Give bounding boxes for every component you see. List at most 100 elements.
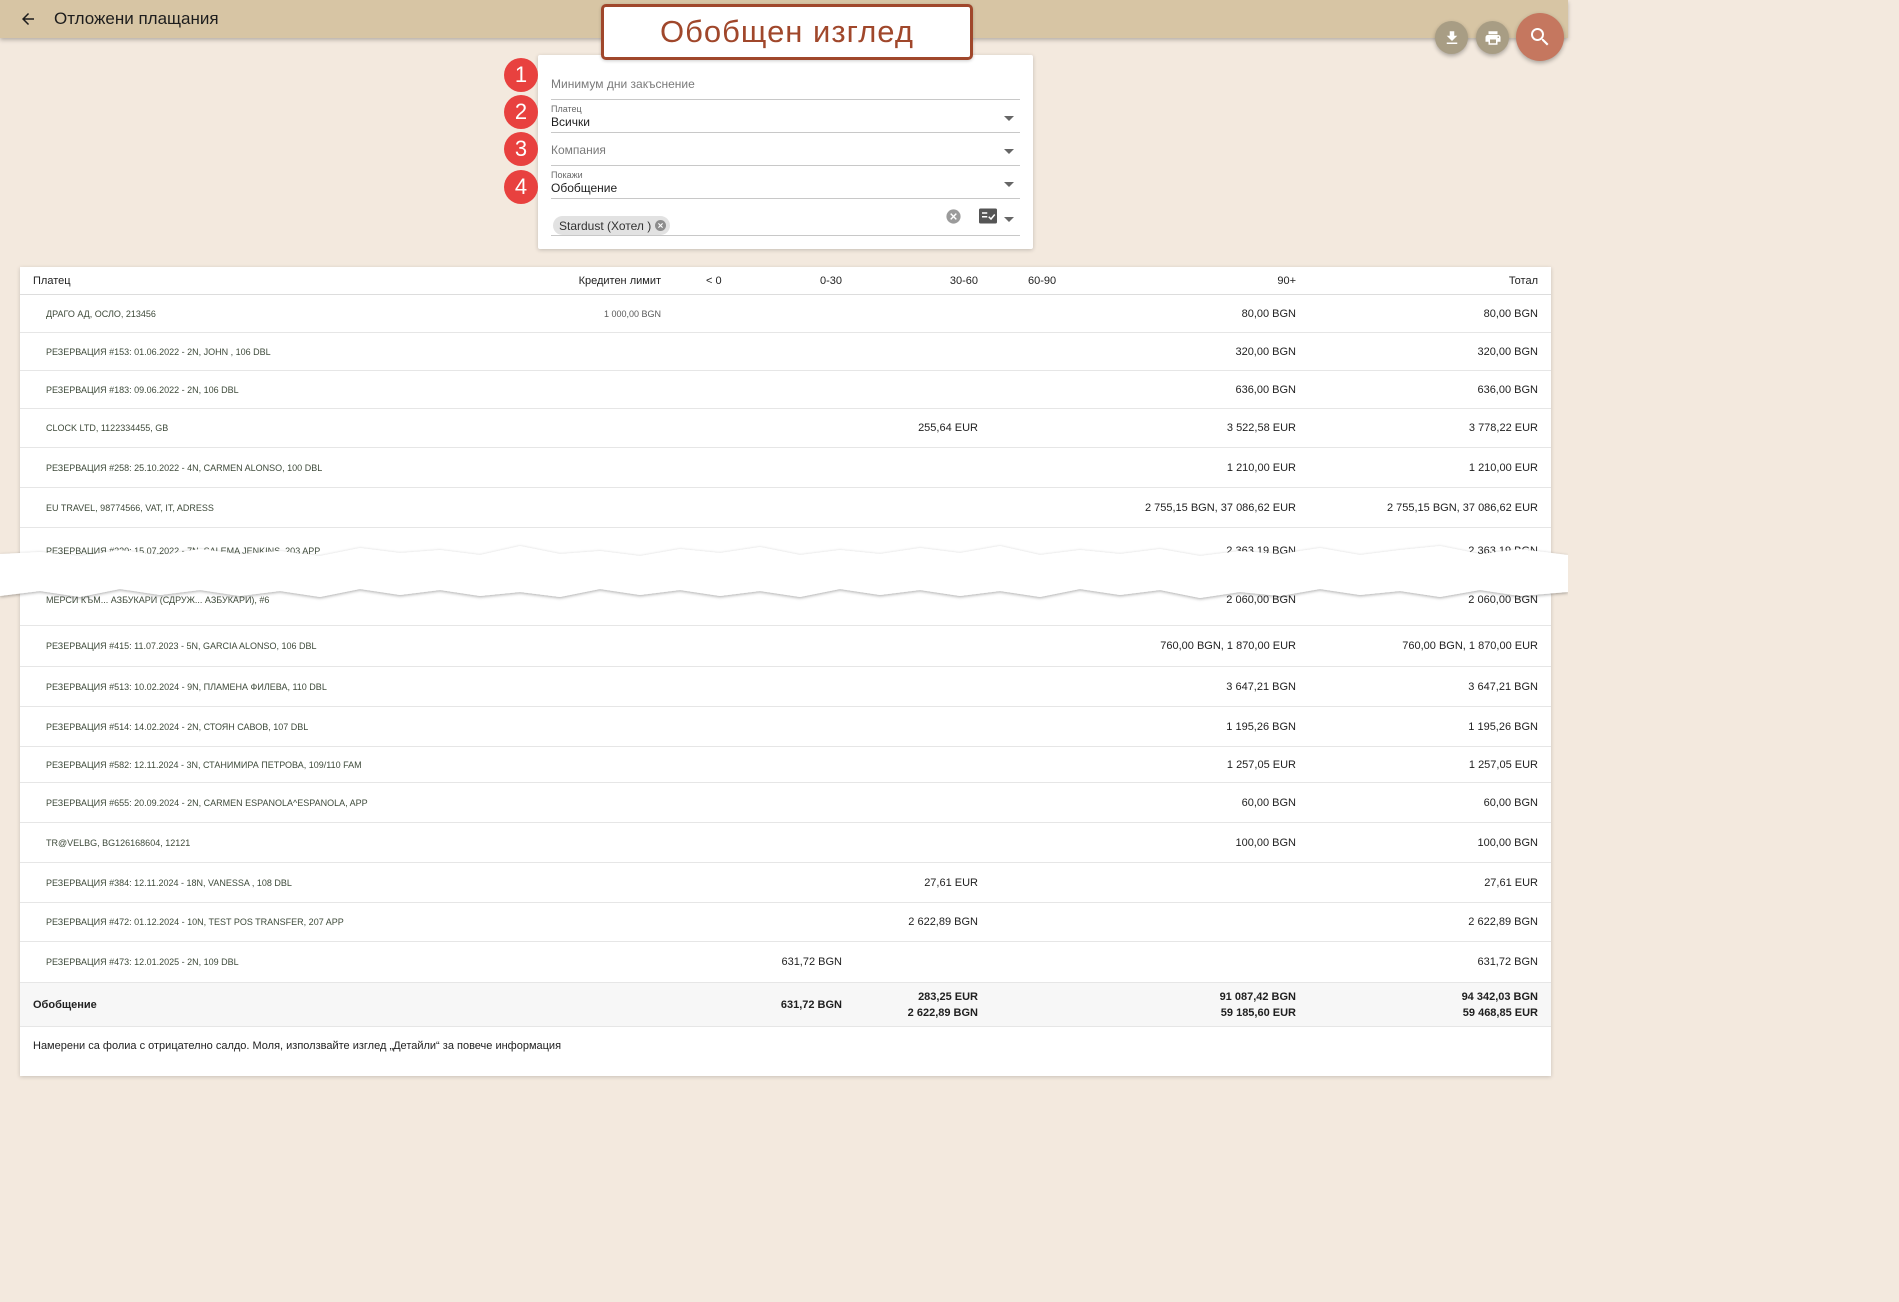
payer-cell: РЕЗЕРВАЦИЯ #153: 01.06.2022 - 2N, JOHN ,… <box>46 346 271 357</box>
totals-lt0: 631,72 BGN <box>780 998 842 1011</box>
payer-cell: РЕЗЕРВАЦИЯ #473: 12.01.2025 - 2N, 109 DB… <box>46 957 239 967</box>
lt0-cell: 631,72 BGN <box>781 956 842 968</box>
min-days-input[interactable]: Минимум дни закъснение <box>551 67 1020 100</box>
property-chip: Stardust (Хотел ) <box>553 216 671 235</box>
page-title: Отложени плащания <box>54 9 219 28</box>
totals-row: Обобщение 631,72 BGN 283,25 EUR 2 622,89… <box>20 983 1551 1027</box>
d90-plus-cell: 1 210,00 EUR <box>1226 461 1296 474</box>
arrow-left-icon <box>22 13 34 25</box>
close-icon <box>658 223 664 228</box>
chip-remove-button[interactable] <box>655 220 667 231</box>
table-row[interactable]: CLOCK LTD, 1122334455, GB 255,64 EUR 3 522… <box>20 409 1551 448</box>
chevron-down-icon <box>1004 217 1014 222</box>
callout-badge-2: 2 <box>504 95 538 129</box>
d90-plus-cell: 80,00 BGN <box>1241 307 1296 320</box>
back-button[interactable] <box>8 2 48 36</box>
chevron-down-icon <box>1004 149 1014 154</box>
table-row[interactable]: РЕЗЕРВАЦИЯ #473: 12.01.2025 - 2N, 109 DB… <box>20 942 1551 983</box>
total-cell: 2 755,15 BGN, 37 086,62 EUR <box>1386 501 1538 514</box>
show-value: Обобщение <box>551 181 618 195</box>
totals-30-60-eur: 283,25 EUR <box>918 990 978 1003</box>
table-row[interactable]: РЕЗЕРВАЦИЯ #582: 12.11.2024 - 3N, СТАНИМ… <box>20 747 1551 783</box>
totals-90-plus-bgn: 91 087,42 BGN <box>1219 990 1296 1003</box>
property-select[interactable]: Stardust (Хотел ) <box>551 203 1020 236</box>
total-cell: 760,00 BGN, 1 870,00 EUR <box>1402 640 1538 652</box>
credit-limit-cell: 1 000,00 BGN <box>603 308 661 319</box>
table-row[interactable]: РЕЗЕРВАЦИЯ #153: 01.06.2022 - 2N, JOHN ,… <box>20 333 1551 371</box>
clear-selection-button[interactable] <box>945 208 962 230</box>
chevron-down-icon <box>1004 116 1014 121</box>
company-select[interactable]: Компания <box>551 137 1020 166</box>
payer-label: Платец <box>551 104 582 114</box>
select-all-button[interactable] <box>979 208 997 229</box>
view-banner: Обобщен изглед <box>601 4 973 60</box>
table-row[interactable]: РЕЗЕРВАЦИЯ #513: 10.02.2024 - 9N, ПЛАМЕН… <box>20 667 1551 707</box>
d30-60-cell: 2 622,89 BGN <box>908 916 978 928</box>
table-row[interactable]: РЕЗЕРВАЦИЯ #514: 14.02.2024 - 2N, СТОЯН … <box>20 707 1551 747</box>
totals-90-plus-eur: 59 185,60 EUR <box>1220 1006 1296 1019</box>
header-30-60[interactable]: 30-60 <box>950 275 978 287</box>
overdue-payments-table: Платец Кредитен лимит < 0 0-30 30-60 60-… <box>20 267 1551 1076</box>
table-row[interactable]: ДРАГО АД, ОСЛО, 213456 1 000,00 BGN 80,00 … <box>20 295 1551 333</box>
d90-plus-cell: 636,00 BGN <box>1235 383 1296 396</box>
show-label: Покажи <box>551 170 583 180</box>
callout-badge-4: 4 <box>504 170 538 204</box>
header-0-30[interactable]: 0-30 <box>820 275 842 287</box>
total-cell: 3 778,22 EUR <box>1468 422 1538 434</box>
total-cell: 60,00 BGN <box>1483 796 1538 809</box>
payer-cell: РЕЗЕРВАЦИЯ #258: 25.10.2022 - 4N, CARMEN… <box>46 462 323 473</box>
header-credit-limit[interactable]: Кредитен лимит <box>579 275 661 287</box>
clear-circle-icon <box>946 209 961 224</box>
totals-total: 94 342,03 BGN 59 468,85 EUR <box>1462 989 1538 1021</box>
chevron-down-icon <box>1004 182 1014 187</box>
print-button[interactable] <box>1476 21 1509 54</box>
d90-plus-cell: 60,00 BGN <box>1241 796 1296 809</box>
payer-cell: РЕЗЕРВАЦИЯ #472: 01.12.2024 - 10N, TEST … <box>46 917 344 927</box>
total-cell: 27,61 EUR <box>1484 876 1538 889</box>
header-90-plus[interactable]: 90+ <box>1277 275 1296 287</box>
search-button[interactable] <box>1516 13 1564 61</box>
d90-plus-cell: 2 755,15 BGN, 37 086,62 EUR <box>1144 501 1296 514</box>
total-cell: 2 622,89 BGN <box>1468 916 1538 928</box>
header-60-90[interactable]: 60-90 <box>1028 275 1056 287</box>
payer-cell: РЕЗЕРВАЦИЯ #513: 10.02.2024 - 9N, ПЛАМЕН… <box>46 681 327 692</box>
table-row[interactable]: РЕЗЕРВАЦИЯ #183: 09.06.2022 - 2N, 106 DB… <box>20 371 1551 409</box>
payer-cell: РЕЗЕРВАЦИЯ #655: 20.09.2024 - 2N, CARMEN… <box>46 797 368 808</box>
total-cell: 631,72 BGN <box>1477 956 1538 968</box>
table-row[interactable]: TR@VELBG, BG126168604, 12121 100,00 BGN 10… <box>20 823 1551 863</box>
table-header-row: Платец Кредитен лимит < 0 0-30 30-60 60-… <box>20 267 1551 295</box>
totals-label: Обобщение <box>33 998 97 1011</box>
table-row[interactable]: РЕЗЕРВАЦИЯ #472: 01.12.2024 - 10N, TEST … <box>20 903 1551 942</box>
header-total[interactable]: Тотал <box>1509 275 1538 287</box>
payer-cell: EU TRAVEL, 98774566, VAT, IT, ADRESS <box>46 502 214 513</box>
payer-cell: РЕЗЕРВАЦИЯ #384: 12.11.2024 - 18N, VANES… <box>46 877 292 888</box>
download-icon <box>1446 30 1457 44</box>
show-select[interactable]: Покажи Обобщение <box>551 170 1020 199</box>
table-row[interactable]: РЕЗЕРВАЦИЯ #655: 20.09.2024 - 2N, CARMEN… <box>20 783 1551 823</box>
total-cell: 1 195,26 BGN <box>1468 720 1538 733</box>
d90-plus-cell: 1 257,05 EUR <box>1226 758 1296 771</box>
table-row[interactable]: EU TRAVEL, 98774566, VAT, IT, ADRESS 2 75… <box>20 488 1551 528</box>
header-lt0[interactable]: < 0 <box>706 275 722 287</box>
d30-60-cell: 255,64 EUR <box>918 422 978 434</box>
table-row[interactable]: РЕЗЕРВАЦИЯ #415: 11.07.2023 - 5N, GARCIA… <box>20 626 1551 667</box>
d90-plus-cell: 320,00 BGN <box>1235 345 1296 358</box>
payer-cell: РЕЗЕРВАЦИЯ #183: 09.06.2022 - 2N, 106 DB… <box>46 384 239 395</box>
checklist-icon <box>979 208 997 224</box>
d30-60-cell: 27,61 EUR <box>924 876 978 889</box>
payer-select[interactable]: Платец Всички <box>551 104 1020 133</box>
total-cell: 80,00 BGN <box>1483 307 1538 320</box>
table-row[interactable]: РЕЗЕРВАЦИЯ #258: 25.10.2022 - 4N, CARMEN… <box>20 448 1551 488</box>
totals-30-60: 283,25 EUR 2 622,89 BGN <box>908 989 978 1021</box>
payer-cell: TR@VELBG, BG126168604, 12121 <box>46 837 191 848</box>
printer-icon <box>1485 30 1500 45</box>
min-days-placeholder: Минимум дни закъснение <box>551 77 695 91</box>
search-icon <box>1531 28 1549 46</box>
table-row[interactable]: РЕЗЕРВАЦИЯ #384: 12.11.2024 - 18N, VANES… <box>20 863 1551 903</box>
payer-cell: CLOCK LTD, 1122334455, GB <box>46 423 169 433</box>
download-button[interactable] <box>1435 21 1468 54</box>
negative-balance-note: Намерени са фолиа с отрицателно салдо. М… <box>33 1040 562 1052</box>
d90-plus-cell: 760,00 BGN, 1 870,00 EUR <box>1160 640 1296 652</box>
header-payer[interactable]: Платец <box>33 275 71 287</box>
total-cell: 320,00 BGN <box>1477 345 1538 358</box>
